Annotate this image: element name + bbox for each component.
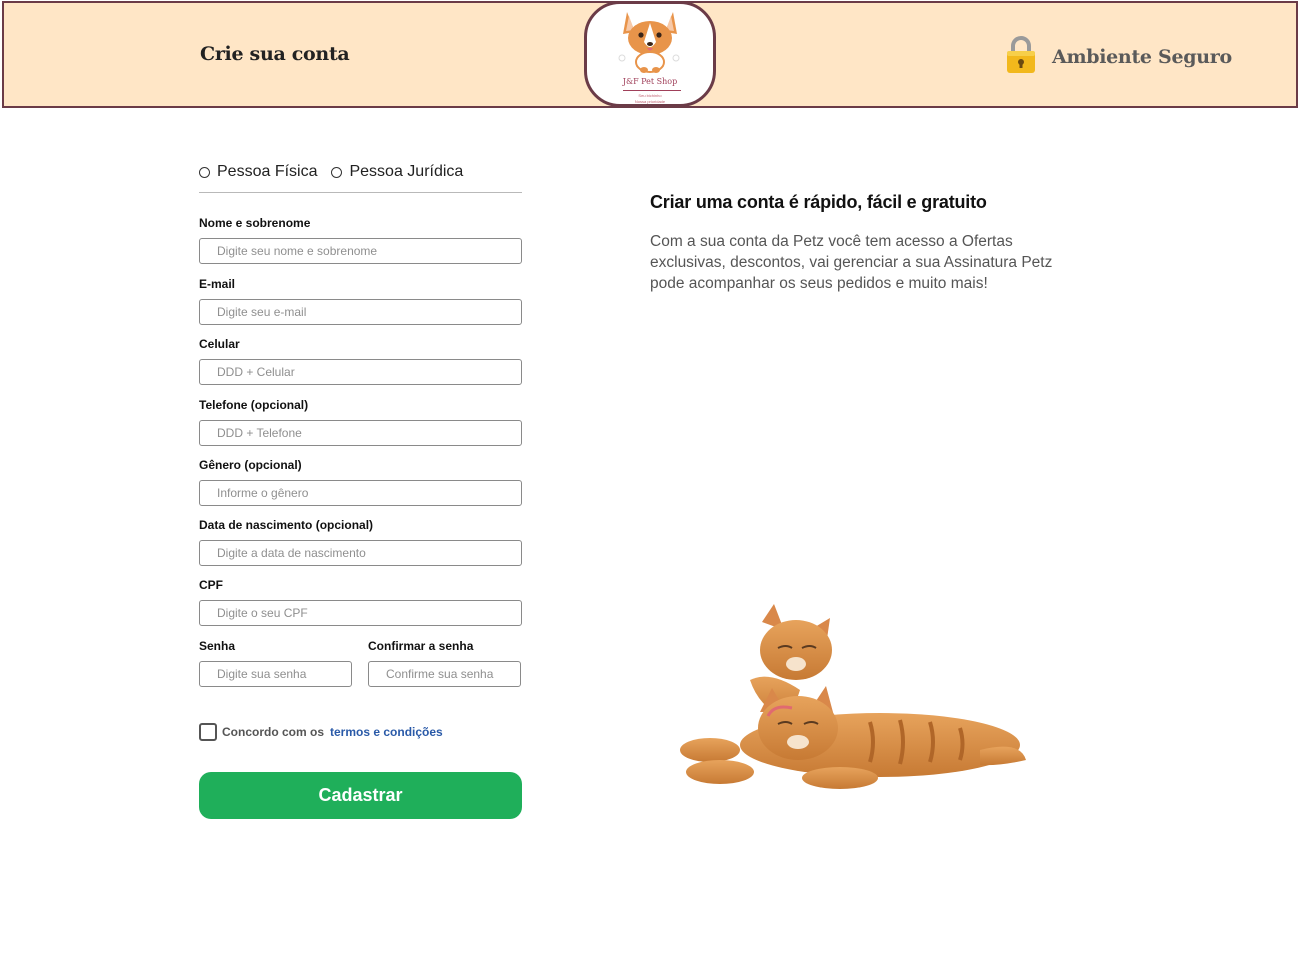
secure-environment: Ambiente Seguro: [1004, 35, 1232, 80]
corgi-dog-logo: [618, 12, 680, 73]
logo-tagline-2: Nossa prioridade: [634, 99, 666, 104]
radio-button[interactable]: [199, 166, 210, 178]
field-label: Data de nascimento (opcional): [199, 518, 374, 532]
gender-input[interactable]: [199, 480, 522, 506]
padlock-icon: [1004, 35, 1038, 80]
divider: [199, 192, 522, 193]
name-input[interactable]: [199, 238, 522, 264]
password-input[interactable]: [199, 661, 352, 687]
phone-input[interactable]: [199, 420, 522, 446]
field-gender: Gênero (opcional): [199, 458, 522, 506]
field-label: CPF: [199, 578, 223, 592]
field-mobile: Celular: [199, 337, 522, 385]
submit-button[interactable]: Cadastrar: [199, 772, 522, 819]
info-text: Com a sua conta da Petz você tem acesso …: [650, 233, 1053, 292]
shop-logo[interactable]: J&F Pet Shop Seu bichinho Nossa priorida…: [584, 1, 716, 107]
field-name: Nome e sobrenome: [199, 216, 522, 264]
field-confirm-password: Confirmar a senha: [368, 639, 521, 687]
birthdate-input[interactable]: [199, 540, 522, 566]
mobile-input[interactable]: [199, 359, 522, 385]
terms-agreement: Concordo com os termos e condições: [199, 723, 443, 741]
terms-checkbox[interactable]: [199, 723, 217, 741]
secure-label: Ambiente Seguro: [1052, 46, 1232, 68]
field-birthdate: Data de nascimento (opcional): [199, 518, 522, 566]
agree-text: Concordo com os: [222, 725, 325, 739]
page-title: Crie sua conta: [200, 43, 350, 65]
info-title: Criar uma conta é rápido, fácil e gratui…: [650, 192, 987, 212]
radio-pessoa-fisica[interactable]: Pessoa Física: [199, 163, 317, 181]
radio-label: Pessoa Física: [217, 163, 318, 180]
radio-label: Pessoa Jurídica: [349, 163, 464, 180]
field-cpf: CPF: [199, 578, 522, 626]
signup-form: Pessoa Física Pessoa Jurídica Nome e sob…: [199, 160, 522, 819]
field-label: Celular: [199, 337, 240, 351]
radio-button[interactable]: [331, 166, 343, 178]
field-phone: Telefone (opcional): [199, 398, 522, 446]
field-password: Senha: [199, 639, 352, 687]
logo-divider: [623, 90, 681, 91]
confirm-password-input[interactable]: [368, 661, 521, 687]
field-label: Confirmar a senha: [368, 639, 474, 653]
field-label: Gênero (opcional): [199, 458, 302, 472]
cpf-input[interactable]: [199, 600, 522, 626]
logo-tagline-1: Seu bichinho: [638, 93, 662, 98]
field-email: E-mail: [199, 277, 522, 325]
field-label: Telefone (opcional): [199, 398, 309, 412]
radio-pessoa-juridica[interactable]: Pessoa Jurídica: [331, 163, 463, 181]
person-type-selector: Pessoa Física Pessoa Jurídica: [199, 160, 522, 184]
field-label: E-mail: [199, 277, 236, 291]
field-label: Senha: [199, 639, 236, 653]
logo-name: J&F Pet Shop: [622, 77, 678, 86]
kittens-image: [680, 604, 1026, 789]
email-input[interactable]: [199, 299, 522, 325]
terms-link[interactable]: termos e condições: [330, 725, 443, 739]
field-label: Nome e sobrenome: [199, 216, 311, 230]
